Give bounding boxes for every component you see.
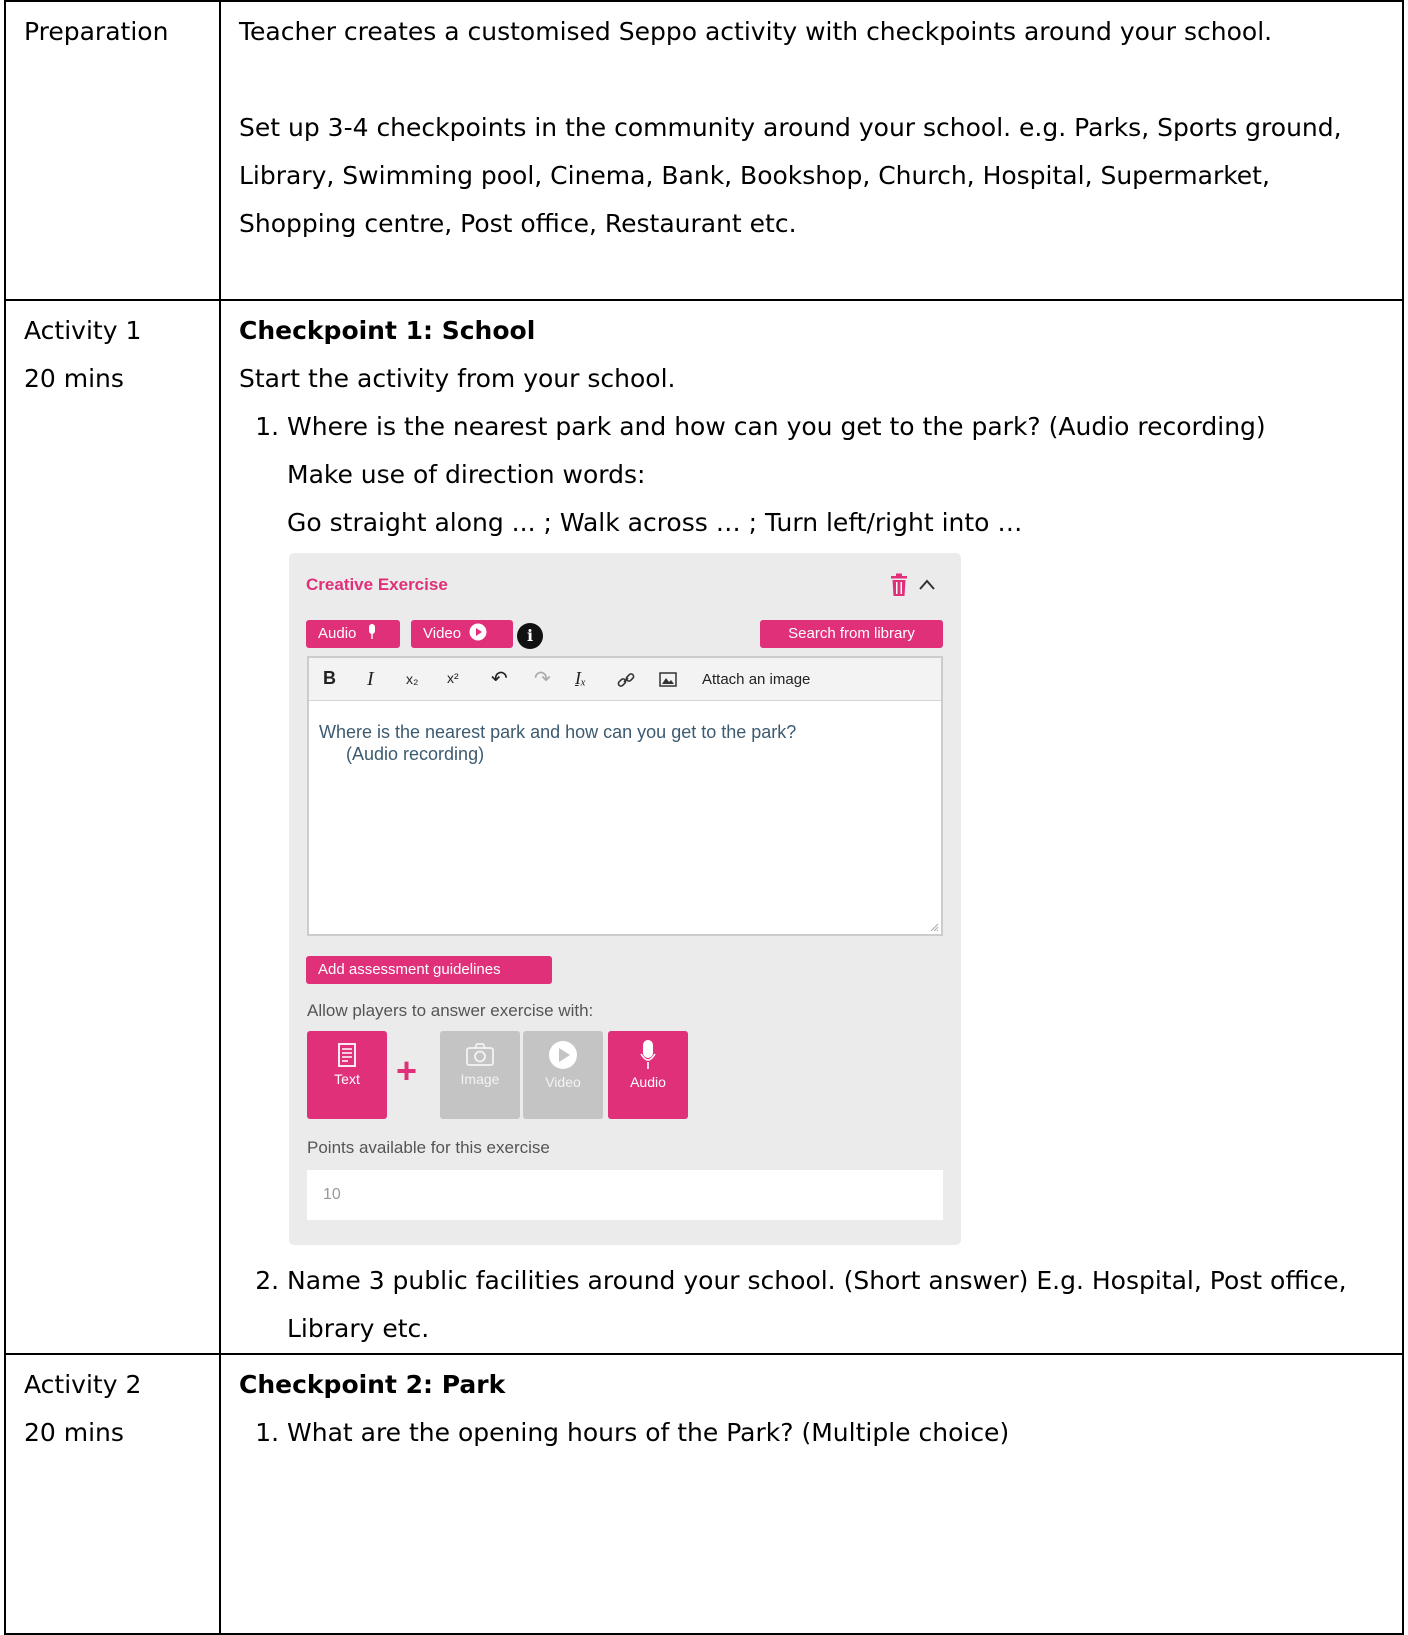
add-assessment-guidelines-button[interactable]: Add assessment guidelines [306,956,552,984]
link-icon[interactable] [617,671,635,689]
video-button[interactable]: Video [411,620,513,648]
row-duration: 20 mins [24,364,124,393]
answer-type-audio[interactable]: Audio [608,1031,688,1119]
document-icon [338,1043,356,1067]
paragraph-line: Shopping centre, Post office, Restaurant… [239,209,797,238]
row-label-cell: Preparation [4,0,221,301]
activity1-row: Activity 1 20 mins Checkpoint 1: School … [4,299,1404,1355]
question-text: What are the opening hours of the Park? … [287,1418,1010,1447]
search-from-library-button[interactable]: Search from library [760,620,943,648]
question-text: Where is the nearest park and how can yo… [287,412,1266,441]
answer-type-label: Video [545,1074,581,1090]
rich-text-editor[interactable]: B I x₂ x² ↶ ↷ Iₓ Attach an image Where i… [307,656,943,936]
question-text: Name 3 public facilities around your sch… [287,1266,1347,1295]
question-hint: Go straight along ... ; Walk across … ; … [287,508,1023,537]
trash-icon[interactable] [889,573,909,597]
checkpoint-heading: Checkpoint 2: Park [239,1370,506,1399]
answer-type-label: Audio [630,1074,666,1090]
activity2-row: Activity 2 20 mins Checkpoint 2: Park Wh… [4,1353,1404,1635]
editor-line: (Audio recording) [346,744,485,764]
paragraph: Start the activity from your school. [239,364,676,393]
row-content-cell: Checkpoint 2: Park What are the opening … [219,1353,1404,1635]
preparation-row: Preparation Teacher creates a customised… [4,0,1404,301]
question-list: What are the opening hours of the Park? … [239,1409,1390,1457]
question-hint: Make use of direction words: [287,460,646,489]
row-label-cell: Activity 1 20 mins [4,299,221,1355]
lesson-plan-table: Preparation Teacher creates a customised… [4,0,1404,1635]
bold-icon[interactable]: B [323,668,336,689]
play-icon [469,623,487,641]
audio-button-label: Audio [318,625,357,642]
row-content-cell: Teacher creates a customised Seppo activ… [219,0,1404,301]
answer-type-image[interactable]: Image [440,1031,520,1119]
redo-icon[interactable]: ↷ [534,666,551,691]
list-item: What are the opening hours of the Park? … [287,1409,1390,1457]
chevron-up-icon[interactable] [917,575,937,595]
image-icon[interactable] [659,672,677,687]
answer-type-label: Image [460,1071,500,1087]
paragraph-line: Set up 3-4 checkpoints in the community … [239,113,1342,142]
paragraph: Teacher creates a customised Seppo activ… [239,17,1273,46]
answer-type-text[interactable]: Text [307,1031,387,1119]
checkpoint-heading: Checkpoint 1: School [239,316,536,345]
creative-exercise-panel: Creative Exercise Audio Video i Search f… [289,553,961,1245]
play-icon [549,1041,577,1069]
row-label: Preparation [24,17,169,46]
question-list: Where is the nearest park and how can yo… [239,403,1390,1353]
allow-players-label: Allow players to answer exercise with: [307,1001,594,1020]
microphone-icon [368,624,375,639]
points-input[interactable]: 10 [307,1170,943,1220]
paragraph-line: Library, Swimming pool, Cinema, Bank, Bo… [239,161,1270,190]
clear-format-icon[interactable]: Iₓ [575,668,586,689]
row-label: Activity 1 [24,316,142,345]
camera-icon [466,1043,494,1066]
superscript-icon[interactable]: x² [447,670,459,686]
video-button-label: Video [423,625,462,642]
italic-icon[interactable]: I [367,668,374,691]
answer-type-label: Text [334,1071,360,1087]
resize-handle-icon[interactable] [929,922,939,932]
list-item: Where is the nearest park and how can yo… [287,403,1390,1245]
microphone-icon [640,1040,656,1069]
audio-button[interactable]: Audio [306,620,400,648]
row-label-cell: Activity 2 20 mins [4,1353,221,1635]
row-label: Activity 2 [24,1370,142,1399]
question-text: Library etc. [287,1314,430,1343]
subscript-icon[interactable]: x₂ [406,671,418,687]
row-duration: 20 mins [24,1418,124,1447]
plus-icon: + [396,1050,418,1091]
panel-title: Creative Exercise [306,575,448,594]
info-icon[interactable]: i [517,623,543,649]
undo-icon[interactable]: ↶ [491,666,508,691]
editor-line: Where is the nearest park and how can yo… [319,722,797,742]
editor-toolbar: B I x₂ x² ↶ ↷ Iₓ Attach an image [309,658,941,701]
row-content-cell: Checkpoint 1: School Start the activity … [219,299,1404,1355]
editor-content[interactable]: Where is the nearest park and how can yo… [309,701,941,785]
points-label: Points available for this exercise [307,1138,550,1157]
attach-image-label[interactable]: Attach an image [702,671,810,688]
list-item: Name 3 public facilities around your sch… [287,1257,1390,1353]
answer-type-video[interactable]: Video [523,1031,603,1119]
